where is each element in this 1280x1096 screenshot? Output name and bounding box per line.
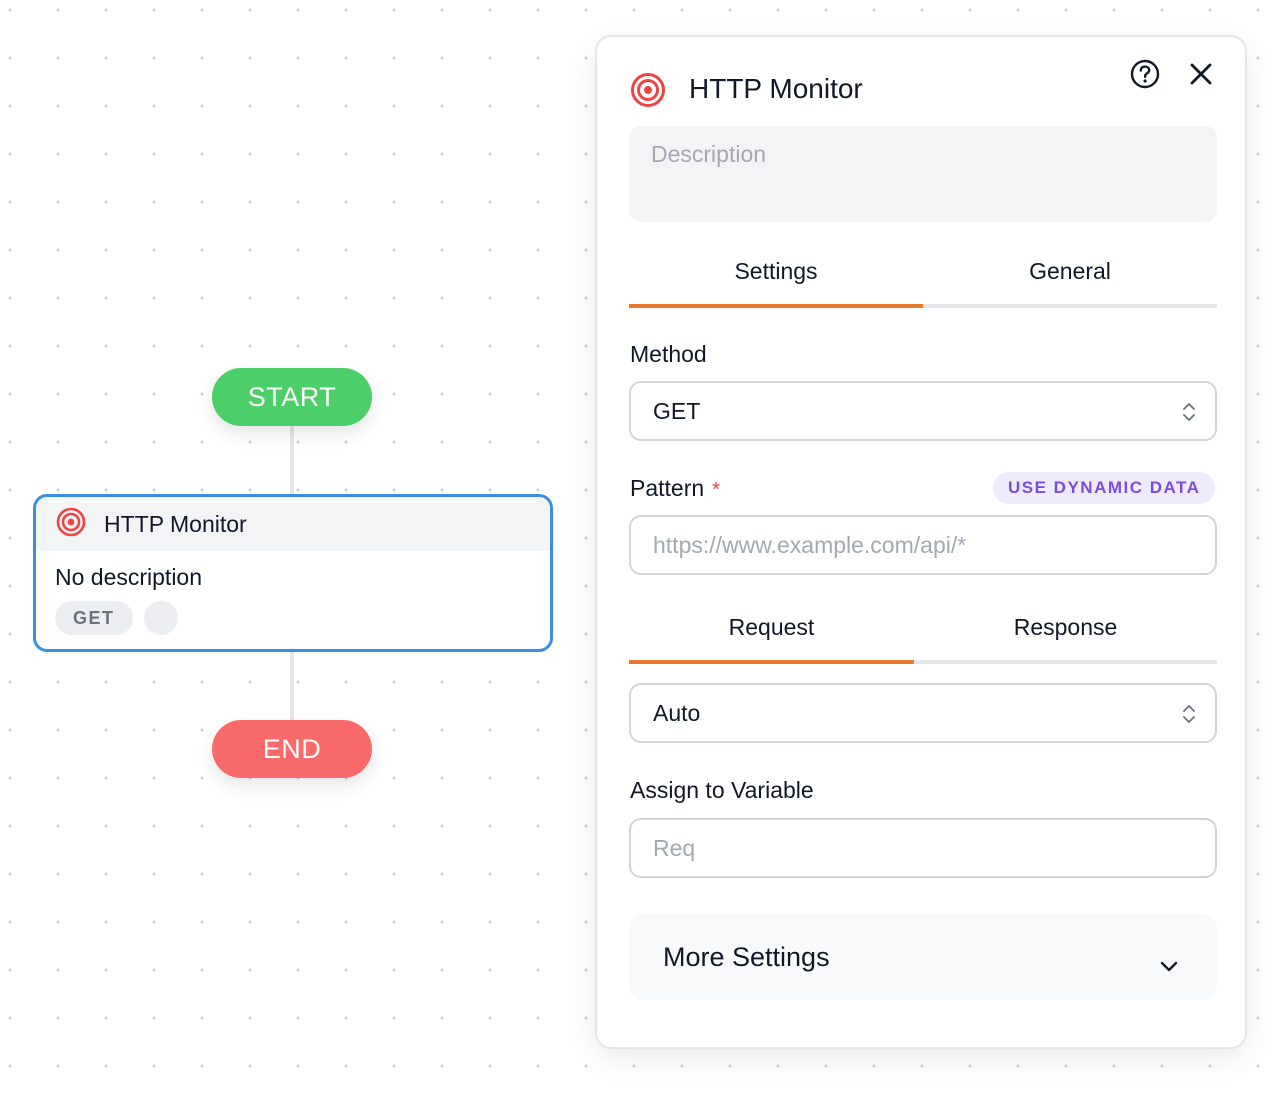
tab-settings[interactable]: Settings [629, 244, 923, 308]
node-description: No description [55, 564, 203, 590]
pattern-label: Pattern * [630, 475, 720, 502]
connector-node-end [290, 646, 294, 720]
assign-variable-input[interactable] [629, 818, 1217, 878]
node-title: HTTP Monitor [104, 510, 247, 537]
more-settings-label: More Settings [663, 941, 830, 972]
chevron-down-icon [1159, 949, 1179, 980]
method-badge: GET [55, 601, 133, 635]
panel-title: HTTP Monitor [689, 73, 863, 104]
method-label: Method [630, 341, 707, 367]
connector-start-node [290, 426, 294, 494]
method-select-value: GET [653, 397, 701, 424]
tab-general[interactable]: General [923, 244, 1217, 304]
assign-variable-label: Assign to Variable [630, 777, 814, 803]
node-settings-panel: HTTP Monitor Settings General Method GET… [595, 35, 1247, 1049]
target-icon [630, 72, 666, 113]
chevron-up-down-icon [1181, 703, 1197, 731]
http-monitor-node[interactable]: HTTP Monitor No description GET [33, 494, 553, 652]
description-input[interactable] [629, 126, 1217, 222]
settings-tabs: Settings General [629, 244, 1217, 308]
target-icon [56, 507, 86, 542]
end-node[interactable]: END [212, 720, 372, 778]
pattern-input[interactable] [629, 515, 1217, 575]
use-dynamic-data-button[interactable]: USE DYNAMIC DATA [993, 472, 1216, 504]
tab-request[interactable]: Request [629, 600, 914, 664]
close-button[interactable] [1187, 60, 1215, 88]
help-icon [1130, 59, 1160, 89]
method-select[interactable]: GET [629, 381, 1217, 441]
end-label: END [262, 733, 322, 764]
node-header: HTTP Monitor [36, 497, 550, 551]
close-icon [1190, 63, 1212, 85]
request-response-tabs: Request Response [629, 600, 1217, 664]
chevron-up-down-icon [1181, 401, 1197, 429]
empty-badge [143, 601, 178, 635]
body-type-select[interactable]: Auto [629, 683, 1217, 743]
more-settings-accordion[interactable]: More Settings [629, 914, 1217, 1000]
help-button[interactable] [1129, 58, 1161, 90]
start-node[interactable]: START [212, 368, 372, 426]
tab-response[interactable]: Response [914, 600, 1217, 660]
start-label: START [247, 381, 337, 412]
required-mark: * [712, 479, 720, 501]
body-type-value: Auto [653, 699, 701, 726]
pattern-label-text: Pattern [630, 475, 705, 501]
node-badges: GET [55, 601, 550, 635]
